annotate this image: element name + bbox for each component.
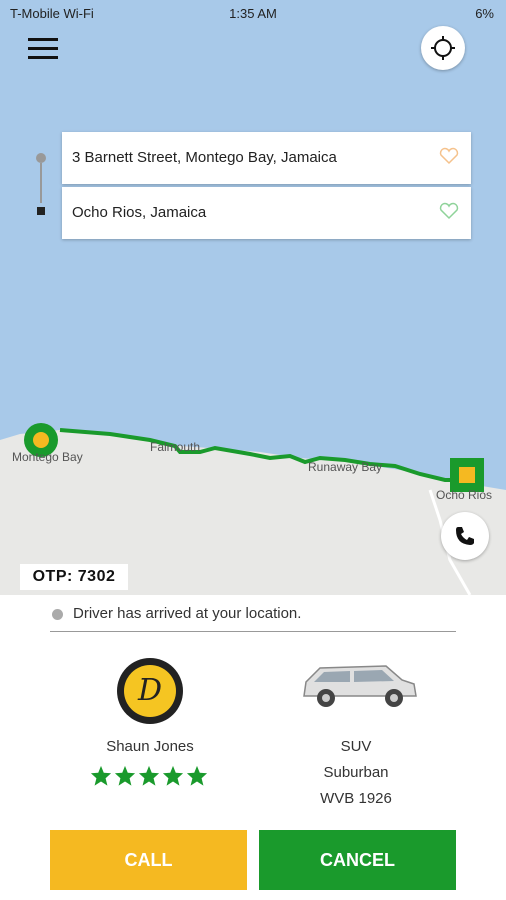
- driver-avatar: D: [117, 658, 183, 724]
- destination-address: Ocho Rios, Jamaica: [72, 204, 207, 221]
- cancel-button[interactable]: CANCEL: [259, 830, 456, 890]
- call-driver-fab[interactable]: [441, 512, 489, 560]
- star-icon: [138, 765, 160, 786]
- locate-button[interactable]: [421, 26, 465, 70]
- origin-dot: [36, 153, 46, 163]
- heart-icon[interactable]: [439, 147, 459, 165]
- destination-marker: [450, 458, 484, 492]
- destination-dot: [37, 207, 45, 215]
- hamburger-icon: [28, 47, 58, 50]
- vehicle-image: [303, 665, 417, 707]
- heart-icon[interactable]: [439, 202, 459, 220]
- phone-icon: [456, 527, 474, 545]
- hamburger-icon: [28, 56, 58, 59]
- star-icon: [90, 765, 112, 786]
- map-label-ocho-rios: Ocho Rios: [436, 488, 493, 502]
- map-view[interactable]: [0, 0, 506, 595]
- star-icon: [162, 765, 184, 786]
- status-bar: T-Mobile Wi-Fi 1:35 AM 6%: [0, 0, 506, 28]
- driver-initial: D: [124, 665, 176, 717]
- ride-panel: Driver has arrived at your location. D S…: [0, 595, 506, 900]
- map-label-montego-bay: Montego Bay: [12, 450, 83, 464]
- otp-label: OTP: 7302: [20, 564, 128, 590]
- menu-button[interactable]: [26, 36, 60, 62]
- battery-label: 6%: [475, 6, 494, 21]
- vehicle-plate: WVB 1926: [320, 790, 392, 807]
- star-icon: [114, 765, 136, 786]
- call-button[interactable]: CALL: [50, 830, 247, 890]
- ride-status: Driver has arrived at your location.: [73, 605, 302, 622]
- vehicle-model: Suburban: [323, 764, 389, 781]
- divider: [50, 631, 456, 632]
- driver-name: Shaun Jones: [106, 738, 194, 755]
- origin-field[interactable]: 3 Barnett Street, Montego Bay, Jamaica: [62, 132, 471, 184]
- vehicle-type: SUV: [340, 738, 372, 755]
- driver-rating: [90, 765, 210, 791]
- land-area: [0, 428, 506, 595]
- status-dot: [52, 609, 63, 620]
- crosshair-icon: [431, 36, 455, 60]
- destination-field[interactable]: Ocho Rios, Jamaica: [62, 187, 471, 239]
- status-time: 1:35 AM: [229, 6, 277, 21]
- hamburger-icon: [28, 38, 58, 41]
- map-label-falmouth: Falmouth: [150, 440, 201, 454]
- origin-address: 3 Barnett Street, Montego Bay, Jamaica: [72, 149, 337, 166]
- map-label-runaway-bay: Runaway Bay: [308, 460, 383, 474]
- star-icon: [186, 765, 208, 786]
- route-connector: [40, 163, 42, 203]
